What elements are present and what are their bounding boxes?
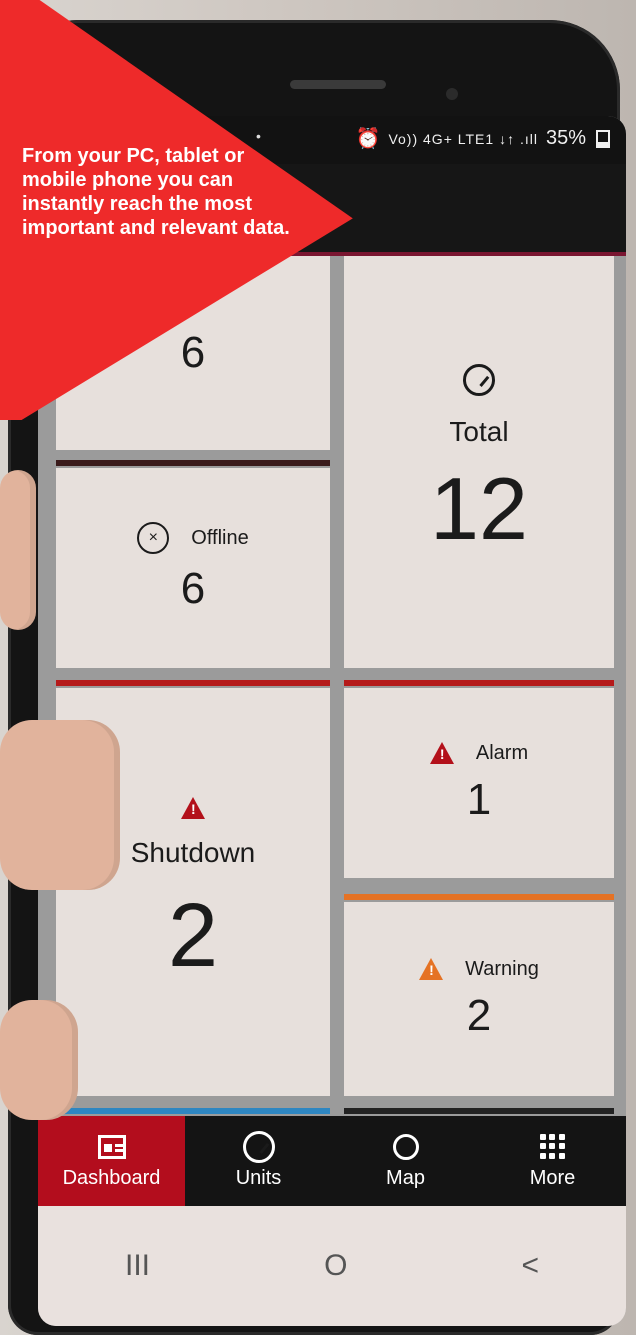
promo-text: From your PC, tablet or mobile phone you… <box>22 145 290 239</box>
tile-alarm[interactable]: Alarm 1 <box>344 680 614 878</box>
bottom-nav: Dashboard Units Map More <box>38 1116 626 1206</box>
shutdown-label: Shutdown <box>130 836 256 868</box>
tab-dashboard[interactable]: Dashboard <box>38 1116 185 1206</box>
gauge-icon <box>242 1130 276 1163</box>
offline-label: Offline <box>191 526 249 549</box>
tab-more-label: More <box>529 1166 576 1189</box>
calendar-icon <box>95 1133 129 1161</box>
warning-label: Warning <box>465 957 539 980</box>
alarm-clock-icon: ⏰ <box>355 128 381 150</box>
dashboard-grid: 6 Total 12 × Offline 6 Shutdown 2 <box>38 256 626 1256</box>
tile-warning[interactable]: Warning 2 <box>344 894 614 1096</box>
offline-bar <box>56 460 330 466</box>
warning-triangle-icon <box>419 958 444 980</box>
total-label: Total <box>449 416 509 447</box>
battery-percent: 35% <box>545 127 586 149</box>
status-dot: • <box>256 128 261 144</box>
dark-bar <box>344 1108 614 1114</box>
tile-offline[interactable]: × Offline 6 <box>56 460 330 668</box>
tile-total[interactable]: Total 12 <box>344 256 614 668</box>
thumb <box>0 720 120 890</box>
shutdown-count: 2 <box>167 885 219 986</box>
alarm-label: Alarm <box>475 741 529 764</box>
total-count: 12 <box>430 459 528 558</box>
globe-icon <box>389 1133 423 1161</box>
system-nav: III O < <box>38 1206 626 1326</box>
alarm-bar <box>344 680 614 686</box>
signal-icons: Vo)) 4G+ LTE1 ↓↑ .ıll <box>388 130 538 147</box>
tab-map-label: Map <box>386 1166 425 1189</box>
grid-icon <box>536 1133 570 1161</box>
finger-top <box>0 470 36 630</box>
tab-more[interactable]: More <box>479 1116 626 1206</box>
earpiece-speaker <box>290 80 386 89</box>
front-camera <box>446 88 458 100</box>
warning-bar <box>344 894 614 900</box>
warning-count: 2 <box>466 990 492 1040</box>
status-right: ⏰ Vo)) 4G+ LTE1 ↓↑ .ıll 35% <box>356 126 610 151</box>
tab-units-label: Units <box>235 1166 282 1189</box>
offline-count: 6 <box>180 564 206 613</box>
recent-apps-button[interactable]: III <box>125 1249 150 1283</box>
online-count: 6 <box>180 328 206 377</box>
shutdown-warning-icon <box>181 796 205 819</box>
tab-map[interactable]: Map <box>332 1116 479 1206</box>
offline-x-icon: × <box>137 522 170 554</box>
tab-dashboard-label: Dashboard <box>62 1166 161 1189</box>
back-button[interactable]: < <box>521 1249 539 1283</box>
finger-bottom <box>0 1000 78 1120</box>
alarm-count: 1 <box>466 774 492 824</box>
tab-units[interactable]: Units <box>185 1116 332 1206</box>
shutdown-bar <box>56 680 330 686</box>
alarm-warning-icon <box>429 742 454 764</box>
battery-icon <box>596 129 610 148</box>
home-button[interactable]: O <box>324 1249 347 1283</box>
gauge-icon <box>463 364 495 396</box>
blue-bar <box>56 1108 330 1114</box>
